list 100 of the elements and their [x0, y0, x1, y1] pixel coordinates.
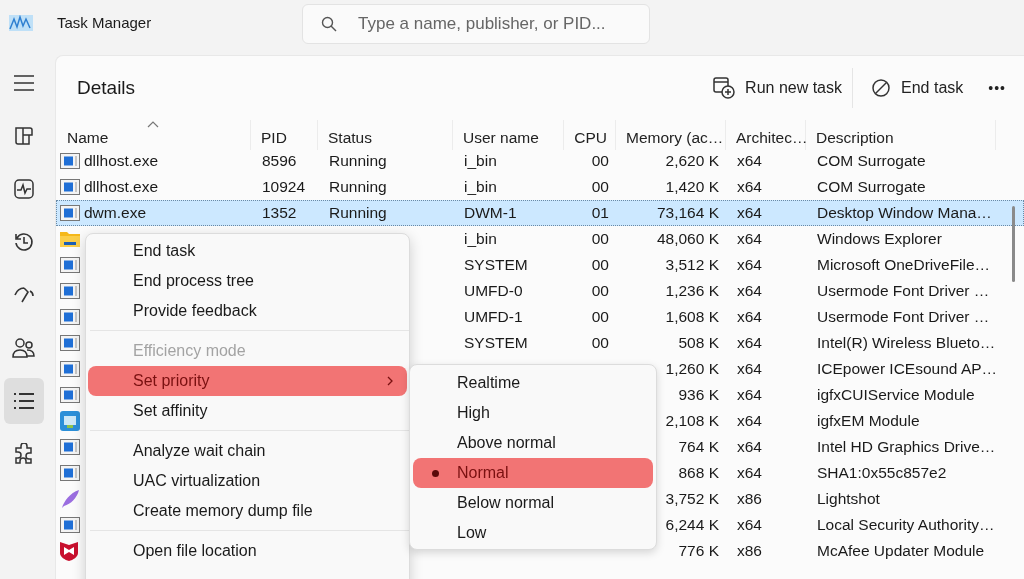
table-cell: dwm.exe	[84, 204, 147, 222]
table-cell: i_bin	[464, 230, 497, 248]
table-cell: 776 K	[678, 542, 719, 560]
program-icon	[60, 439, 80, 455]
end-task-button[interactable]: End task	[861, 72, 974, 104]
table-cell: 2,108 K	[665, 412, 719, 430]
table-cell: x64	[737, 204, 762, 222]
menu-item[interactable]: UAC virtualization	[88, 466, 407, 496]
menu-item[interactable]: Open file location	[88, 536, 407, 566]
table-cell: Running	[329, 152, 387, 170]
table-cell: x64	[737, 230, 762, 248]
menu-item[interactable]: Set priority	[88, 366, 407, 396]
new-task-icon	[713, 77, 736, 99]
table-cell: 936 K	[678, 386, 719, 404]
bullet-icon	[431, 469, 439, 477]
table-cell: Lightshot	[817, 490, 880, 508]
table-cell: dllhost.exe	[84, 178, 159, 196]
menu-item[interactable]: Create memory dump file	[88, 496, 407, 526]
program-icon	[60, 205, 80, 221]
program-icon	[60, 361, 80, 377]
table-cell: SHA1:0x55c857e2	[817, 464, 947, 482]
program-icon	[60, 179, 80, 195]
table-cell: x86	[737, 490, 762, 508]
table-cell: x64	[737, 334, 762, 352]
table-cell: COM Surrogate	[817, 152, 926, 170]
menu-item[interactable]: Above normal	[413, 428, 653, 458]
menu-item[interactable]: Low	[413, 518, 653, 548]
table-cell: Usermode Font Driver …	[817, 308, 990, 326]
folder-icon	[60, 230, 80, 248]
pulse-icon[interactable]	[13, 178, 35, 200]
sidebar-item[interactable]	[4, 378, 44, 424]
table-cell: x64	[737, 464, 762, 482]
table-cell: x64	[737, 360, 762, 378]
table-cell: UMFD-1	[464, 308, 523, 326]
scrollbar-thumb[interactable]	[1012, 206, 1015, 282]
table-cell: Intel(R) Wireless Blueto…	[817, 334, 996, 352]
table-cell: i_bin	[464, 178, 497, 196]
column-header[interactable]: Memory (ac…	[616, 120, 726, 150]
table-cell: x64	[737, 516, 762, 534]
program-icon	[60, 387, 80, 403]
search-field[interactable]: Type a name, publisher, or PID...	[302, 3, 650, 44]
menu-item[interactable]: End process tree	[88, 266, 407, 296]
table-cell: igfxCUIService Module	[817, 386, 975, 404]
table-cell: 00	[591, 256, 609, 274]
menu-item[interactable]: End task	[88, 236, 407, 266]
table-cell: SYSTEM	[464, 256, 528, 274]
table-cell: 1,608 K	[665, 308, 719, 326]
column-header[interactable]: Description	[806, 120, 996, 150]
program-icon	[60, 465, 80, 481]
table-cell: 8596	[262, 152, 297, 170]
table-cell: 00	[591, 282, 609, 300]
table-cell: x64	[737, 412, 762, 430]
speedometer-icon[interactable]	[13, 285, 35, 305]
table-cell: x64	[737, 178, 762, 196]
table-cell: x64	[737, 256, 762, 274]
table-cell: Local Security Authority…	[817, 516, 995, 534]
table-cell: x64	[737, 386, 762, 404]
column-header[interactable]: User name	[453, 120, 564, 150]
table-cell: 01	[591, 204, 609, 222]
menu-item[interactable]: Analyze wait chain	[88, 436, 407, 466]
table-cell: 48,060 K	[656, 230, 719, 248]
list-icon[interactable]	[13, 392, 35, 410]
table-cell: x64	[737, 152, 762, 170]
puzzle-icon[interactable]	[13, 443, 35, 465]
table-cell: 764 K	[678, 438, 719, 456]
table-cell: ICEpower ICEsound AP…	[817, 360, 998, 378]
feather-icon	[60, 489, 80, 509]
history-icon[interactable]	[13, 231, 35, 253]
column-header[interactable]: Status	[318, 120, 453, 150]
table-row[interactable]: dwm.exe 1352 Running DWM-1 01 73,164 K x64 Desktop Window Mana…	[56, 200, 1024, 226]
app-icon	[60, 411, 80, 431]
more-button[interactable]: •••	[978, 74, 1016, 102]
menu-item[interactable]: High	[413, 398, 653, 428]
column-header[interactable]: Name	[56, 120, 251, 150]
table-cell: UMFD-0	[464, 282, 523, 300]
table-cell: Desktop Window Mana…	[817, 204, 992, 222]
table-cell: 868 K	[678, 464, 719, 482]
menu-item[interactable]: Realtime	[413, 368, 653, 398]
table-cell: Running	[329, 178, 387, 196]
run-new-task-button[interactable]: Run new task	[703, 71, 852, 105]
table-cell: 6,244 K	[665, 516, 719, 534]
menu-icon[interactable]	[13, 74, 35, 92]
menu-item[interactable]: Provide feedback	[88, 296, 407, 326]
table-cell: 1352	[262, 204, 297, 222]
processes-icon[interactable]	[14, 126, 34, 146]
table-cell: 1,260 K	[665, 360, 719, 378]
menu-item[interactable]: Normal	[413, 458, 653, 488]
table-cell: 00	[591, 308, 609, 326]
column-header[interactable]: PID	[251, 120, 318, 150]
table-cell: 1,420 K	[665, 178, 719, 196]
program-icon	[60, 283, 80, 299]
users-icon[interactable]	[12, 337, 36, 359]
table-cell: SYSTEM	[464, 334, 528, 352]
table-cell: 3,752 K	[665, 490, 719, 508]
table-cell: igfxEM Module	[817, 412, 920, 430]
prohibited-icon	[871, 78, 891, 98]
column-header[interactable]: CPU	[564, 120, 616, 150]
column-header[interactable]: Architec…	[726, 120, 806, 150]
menu-item[interactable]: Below normal	[413, 488, 653, 518]
menu-item[interactable]: Set affinity	[88, 396, 407, 426]
